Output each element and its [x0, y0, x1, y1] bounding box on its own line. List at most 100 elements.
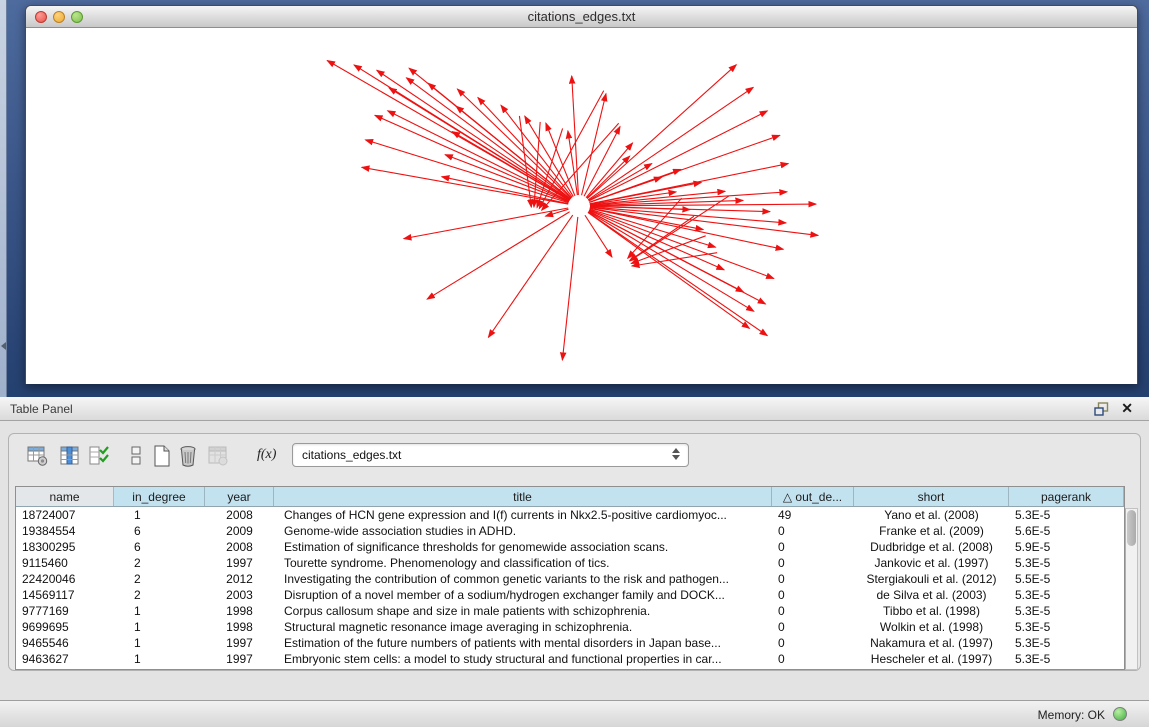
table-cell: 5.3E-5 — [1009, 587, 1124, 603]
table-cell: Estimation of significance thresholds fo… — [274, 539, 772, 555]
table-cell: 2009 — [205, 523, 274, 539]
select-columns-icon[interactable] — [89, 445, 111, 467]
table-cell: 2003 — [205, 587, 274, 603]
column-header-short[interactable]: short — [854, 487, 1009, 506]
table-toolbar: f(x) citations_edges.txt — [17, 443, 1017, 475]
graph-edge[interactable] — [427, 212, 570, 299]
new-file-icon[interactable] — [151, 445, 173, 467]
import-table-icon[interactable] — [207, 445, 229, 467]
table-cell: Wolkin et al. (1998) — [854, 619, 1009, 635]
table-columns-icon[interactable] — [59, 445, 81, 467]
graph-edge[interactable] — [404, 208, 568, 239]
graph-edge[interactable] — [588, 212, 750, 328]
table-cell: 1 — [114, 619, 205, 635]
table-cell: Tibbo et al. (1998) — [854, 603, 1009, 619]
table-row[interactable]: 2242004622012Investigating the contribut… — [16, 571, 1124, 587]
memory-status-icon[interactable] — [1113, 707, 1127, 721]
node-table: name in_degree year title △ out_de... sh… — [15, 486, 1125, 670]
table-cell: Corpus callosum shape and size in male p… — [274, 603, 772, 619]
table-cell: Estimation of the future numbers of pati… — [274, 635, 772, 651]
table-cell: Hescheler et al. (1997) — [854, 651, 1009, 667]
column-header-name[interactable]: name — [16, 487, 114, 506]
graph-edge[interactable] — [590, 182, 701, 203]
table-row[interactable]: 977716911998Corpus callosum shape and si… — [16, 603, 1124, 619]
graph-edge[interactable] — [589, 111, 768, 201]
dropdown-arrows-icon — [672, 448, 680, 460]
column-header-out-degree-label: out_de... — [795, 490, 842, 504]
table-cell: 1998 — [205, 619, 274, 635]
table-cell: 0 — [772, 539, 854, 555]
table-cell: 5.3E-5 — [1009, 603, 1124, 619]
graph-canvas[interactable] — [26, 28, 1137, 384]
table-cell: 0 — [772, 587, 854, 603]
splitpane-left-strip — [0, 0, 7, 397]
table-cell: 5.3E-5 — [1009, 619, 1124, 635]
table-cell: 9699695 — [16, 619, 114, 635]
table-row[interactable]: 946554611997Estimation of the future num… — [16, 635, 1124, 651]
close-panel-icon[interactable]: ✕ — [1121, 400, 1133, 417]
table-cell: 0 — [772, 619, 854, 635]
graph-edge[interactable] — [389, 88, 570, 200]
scrollbar-thumb[interactable] — [1127, 510, 1136, 546]
graph-edge[interactable] — [488, 215, 572, 337]
table-cell: 1997 — [205, 555, 274, 571]
table-cell: Dudbridge et al. (2008) — [854, 539, 1009, 555]
graph-edge[interactable] — [377, 70, 570, 200]
graph-edge[interactable] — [589, 210, 724, 269]
delete-table-icon[interactable] — [177, 445, 199, 467]
graph-edge[interactable] — [588, 212, 767, 335]
splitpane-collapse-icon[interactable] — [1, 342, 6, 350]
table-selector-dropdown[interactable]: citations_edges.txt — [292, 443, 689, 467]
network-view-background: citations_edges.txt — [0, 0, 1149, 397]
table-cell: 0 — [772, 523, 854, 539]
table-row[interactable]: 946362711997Embryonic stem cells: a mode… — [16, 651, 1124, 667]
graph-edge[interactable] — [588, 87, 753, 199]
table-cell: 0 — [772, 571, 854, 587]
graph-edge[interactable] — [630, 216, 694, 260]
table-cell: 1998 — [205, 603, 274, 619]
network-window-titlebar[interactable]: citations_edges.txt — [26, 6, 1137, 28]
table-row[interactable]: 911546021997Tourette syndrome. Phenomeno… — [16, 555, 1124, 571]
graph-edge[interactable] — [590, 207, 818, 235]
table-cell: Investigating the contribution of common… — [274, 571, 772, 587]
table-cell: 1 — [114, 635, 205, 651]
table-cell: 1 — [114, 651, 205, 667]
sort-ascending-icon: △ — [783, 490, 796, 504]
column-header-out-degree[interactable]: △ out_de... — [772, 487, 854, 506]
table-cell: Franke et al. (2009) — [854, 523, 1009, 539]
float-panel-icon[interactable] — [1094, 402, 1109, 416]
merge-rows-icon[interactable] — [129, 445, 143, 467]
vertical-scrollbar[interactable] — [1125, 508, 1138, 670]
function-builder-icon[interactable]: f(x) — [257, 447, 276, 463]
table-cell: 6 — [114, 523, 205, 539]
table-cell: de Silva et al. (2003) — [854, 587, 1009, 603]
table-cell: Structural magnetic resonance image aver… — [274, 619, 772, 635]
table-cell: Tourette syndrome. Phenomenology and cla… — [274, 555, 772, 571]
table-cell: 5.3E-5 — [1009, 635, 1124, 651]
column-header-title[interactable]: title — [274, 487, 772, 506]
graph-edge[interactable] — [542, 123, 619, 210]
table-row[interactable]: 1872400712008Changes of HCN gene express… — [16, 507, 1124, 523]
table-cell: 0 — [772, 635, 854, 651]
table-cell: 5.6E-5 — [1009, 523, 1124, 539]
column-header-year[interactable]: year — [205, 487, 274, 506]
graph-edge[interactable] — [562, 217, 577, 360]
table-cell: Stergiakouli et al. (2012) — [854, 571, 1009, 587]
table-row[interactable]: 1456911722003Disruption of a novel membe… — [16, 587, 1124, 603]
column-header-in-degree[interactable]: in_degree — [114, 487, 205, 506]
citation-network-graph[interactable] — [26, 28, 1137, 384]
table-row[interactable]: 1938455462009Genome-wide association stu… — [16, 523, 1124, 539]
table-cell: Embryonic stem cells: a model to study s… — [274, 651, 772, 667]
table-row[interactable]: 1830029562008Estimation of significance … — [16, 539, 1124, 555]
table-row[interactable]: 969969511998Structural magnetic resonanc… — [16, 619, 1124, 635]
table-settings-icon[interactable] — [27, 445, 49, 467]
table-cell: 9777169 — [16, 603, 114, 619]
table-panel-title: Table Panel — [10, 402, 73, 416]
table-cell: 0 — [772, 555, 854, 571]
column-header-pagerank[interactable]: pagerank — [1009, 487, 1124, 506]
table-cell: 5.9E-5 — [1009, 539, 1124, 555]
table-cell: 9465546 — [16, 635, 114, 651]
graph-edge[interactable] — [534, 122, 540, 207]
table-cell: 2008 — [205, 507, 274, 523]
graph-edge[interactable] — [452, 132, 569, 201]
